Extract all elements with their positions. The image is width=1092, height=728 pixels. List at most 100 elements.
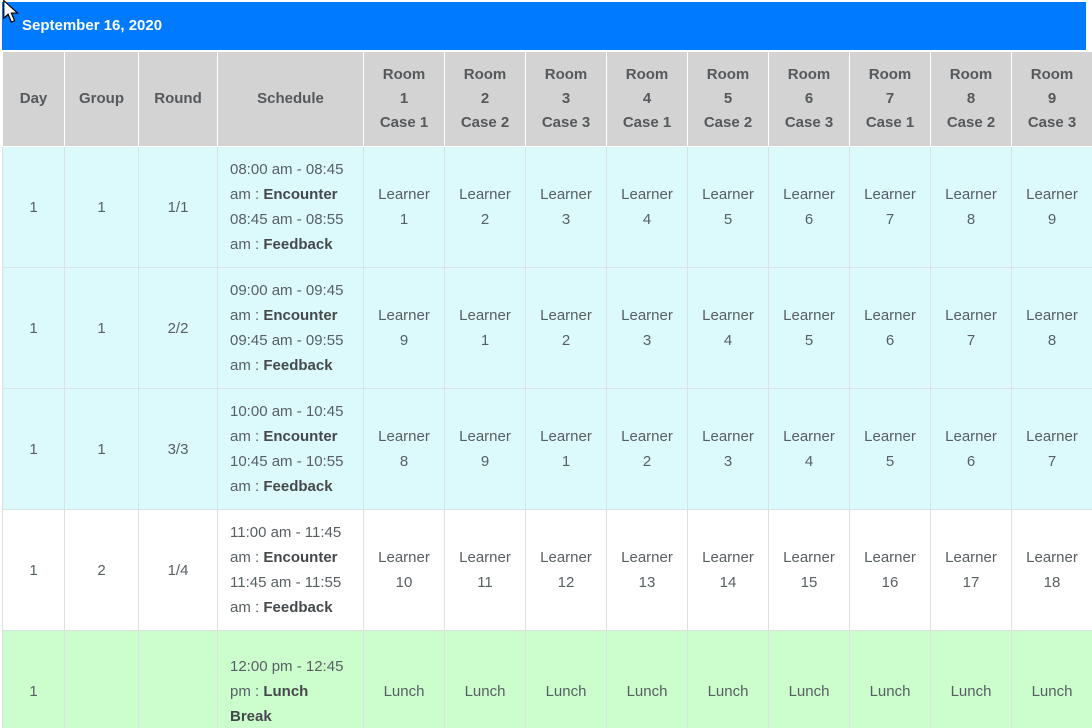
day-cell: 1 — [2, 388, 65, 510]
round-cell: 1/1 — [138, 146, 218, 268]
schedule-time-text: am : — [230, 599, 264, 616]
learner-cell: Learner 9 — [444, 388, 526, 510]
column-header-room-5: Room 5 Case 2 — [687, 51, 769, 147]
learner-cell: Learner 16 — [849, 509, 931, 631]
schedule-time-text: 11:00 am - 11:45 — [230, 524, 342, 541]
table-header: Day Group Round Schedule Room 1 Case 1 Room 2 Cas… — [2, 51, 1092, 147]
learner-cell: Learner 7 — [1011, 388, 1092, 510]
column-header-room-2: Room 2 Case 2 — [444, 51, 526, 147]
schedule-time-text: am : — [230, 236, 264, 253]
schedule-time-text: 12:00 pm - 12:45 — [230, 657, 344, 675]
learner-cell: Learner 2 — [525, 267, 607, 389]
room-header-number: 7 — [885, 90, 895, 107]
schedule-line: 10:45 am - 10:55 — [230, 449, 351, 474]
schedule-activity-label: Encounter — [263, 307, 338, 324]
room-header-room: Room — [868, 66, 912, 83]
schedule-activity-label: Feedback — [263, 357, 333, 374]
column-header-room-4: Room 4 Case 1 — [606, 51, 688, 147]
column-header-room-7: Room 7 Case 1 — [849, 51, 931, 147]
column-header-room-8: Room 8 Case 2 — [930, 51, 1012, 147]
learner-cell: Learner 17 — [930, 509, 1012, 631]
learner-cell: Learner 8 — [1011, 267, 1092, 389]
schedule-line: am : Encounter — [230, 424, 351, 449]
column-header-group: Group — [64, 51, 139, 147]
schedule-row: 1 1 3/3 10:00 am - 10:45 am : Encounter 10:45… — [2, 388, 1092, 510]
learner-cell: Learner 2 — [606, 388, 688, 510]
day-cell: 1 — [2, 630, 65, 728]
schedule-time-text: 11:45 am - 11:55 — [230, 574, 342, 591]
learner-cell: Learner 4 — [606, 146, 688, 268]
schedule-activity-label: Feedback — [263, 236, 333, 253]
day-cell: 1 — [2, 509, 65, 631]
room-header-number: 9 — [1047, 90, 1057, 107]
room-header-room: Room — [382, 66, 426, 83]
learner-cell: Learner 8 — [363, 388, 445, 510]
header-row: Day Group Round Schedule Room 1 Case 1 Room 2 Cas… — [2, 51, 1092, 147]
learner-cell: Learner 10 — [363, 509, 445, 631]
room-header-room: Room — [787, 66, 831, 83]
schedule-time-text: 10:00 am - 10:45 — [230, 403, 344, 420]
day-cell: 1 — [2, 267, 65, 389]
learner-cell: Learner 6 — [849, 267, 931, 389]
learner-cell: Learner 4 — [687, 267, 769, 389]
column-header-schedule: Schedule — [217, 51, 364, 147]
room-header-room: Room — [544, 66, 588, 83]
schedule-line: 08:45 am - 08:55 — [230, 207, 351, 232]
schedule-time-text: am : — [230, 478, 264, 495]
group-cell: 1 — [64, 267, 139, 389]
column-header-room-3: Room 3 Case 3 — [525, 51, 607, 147]
schedule-table: Day Group Round Schedule Room 1 Case 1 Room 2 Cas… — [2, 51, 1092, 728]
room-header-number: 3 — [561, 90, 571, 107]
lunch-cell: Lunch — [525, 630, 607, 728]
schedule-cell: 12:00 pm - 12:45 pm : Lunch Break — [217, 630, 364, 728]
schedule-cell: 09:00 am - 09:45 am : Encounter 09:45 am -… — [217, 267, 364, 389]
schedule-time-text: 08:45 am - 08:55 — [230, 211, 344, 228]
group-cell: 1 — [64, 146, 139, 268]
day-cell: 1 — [2, 146, 65, 268]
schedule-line: am : Encounter — [230, 303, 351, 328]
schedule-line: 11:00 am - 11:45 — [230, 520, 351, 545]
column-header-room-1: Room 1 Case 1 — [363, 51, 445, 147]
schedule-page: September 16, 2020 Day Group Round Schedule… — [0, 0, 1092, 728]
room-header-room: Room — [1030, 66, 1074, 83]
schedule-line: 11:45 am - 11:55 — [230, 570, 351, 595]
round-cell: 2/2 — [138, 267, 218, 389]
schedule-row: 1 1 1/1 08:00 am - 08:45 am : Encounter 08:45… — [2, 146, 1092, 268]
learner-cell: Learner 2 — [444, 146, 526, 268]
room-header-case_label: Case 3 — [541, 114, 591, 131]
learner-cell: Learner 3 — [687, 388, 769, 510]
room-header-case_label: Case 1 — [622, 114, 672, 131]
round-cell: 3/3 — [138, 388, 218, 510]
learner-cell: Learner 5 — [768, 267, 850, 389]
schedule-line: am : Feedback — [230, 595, 351, 620]
schedule-row: 1 1 2/2 09:00 am - 09:45 am : Encounter 09:45… — [2, 267, 1092, 389]
room-header-room: Room — [625, 66, 669, 83]
schedule-cell: 08:00 am - 08:45 am : Encounter 08:45 am -… — [217, 146, 364, 268]
room-header-number: 2 — [480, 90, 490, 107]
lunch-cell: Lunch — [930, 630, 1012, 728]
schedule-activity-label: Break — [230, 707, 272, 725]
schedule-activity-label: Feedback — [263, 478, 333, 495]
schedule-line: am : Feedback — [230, 232, 351, 257]
learner-cell: Learner 1 — [444, 267, 526, 389]
learner-cell: Learner 11 — [444, 509, 526, 631]
schedule-time-text: pm : — [230, 682, 264, 700]
lunch-cell: Lunch — [1011, 630, 1092, 728]
learner-cell: Learner 1 — [525, 388, 607, 510]
column-header-room-9: Room 9 Case 3 — [1011, 51, 1092, 147]
date-header-bar: September 16, 2020 — [2, 2, 1086, 50]
schedule-time-text: am : — [230, 549, 264, 566]
schedule-activity-label: Encounter — [263, 549, 338, 566]
lunch-cell: Lunch — [363, 630, 445, 728]
schedule-activity-label: Feedback — [263, 599, 333, 616]
schedule-activity-label: Lunch — [263, 682, 309, 700]
schedule-cell: 11:00 am - 11:45 am : Encounter 11:45 am -… — [217, 509, 364, 631]
schedule-line: am : Encounter — [230, 182, 351, 207]
schedule-line: 09:45 am - 09:55 — [230, 328, 351, 353]
learner-cell: Learner 7 — [930, 267, 1012, 389]
room-header-number: 1 — [399, 90, 409, 107]
column-header-round: Round — [138, 51, 218, 147]
room-header-case_label: Case 1 — [865, 114, 915, 131]
room-header-case_label: Case 3 — [784, 114, 834, 131]
learner-cell: Learner 9 — [1011, 146, 1092, 268]
